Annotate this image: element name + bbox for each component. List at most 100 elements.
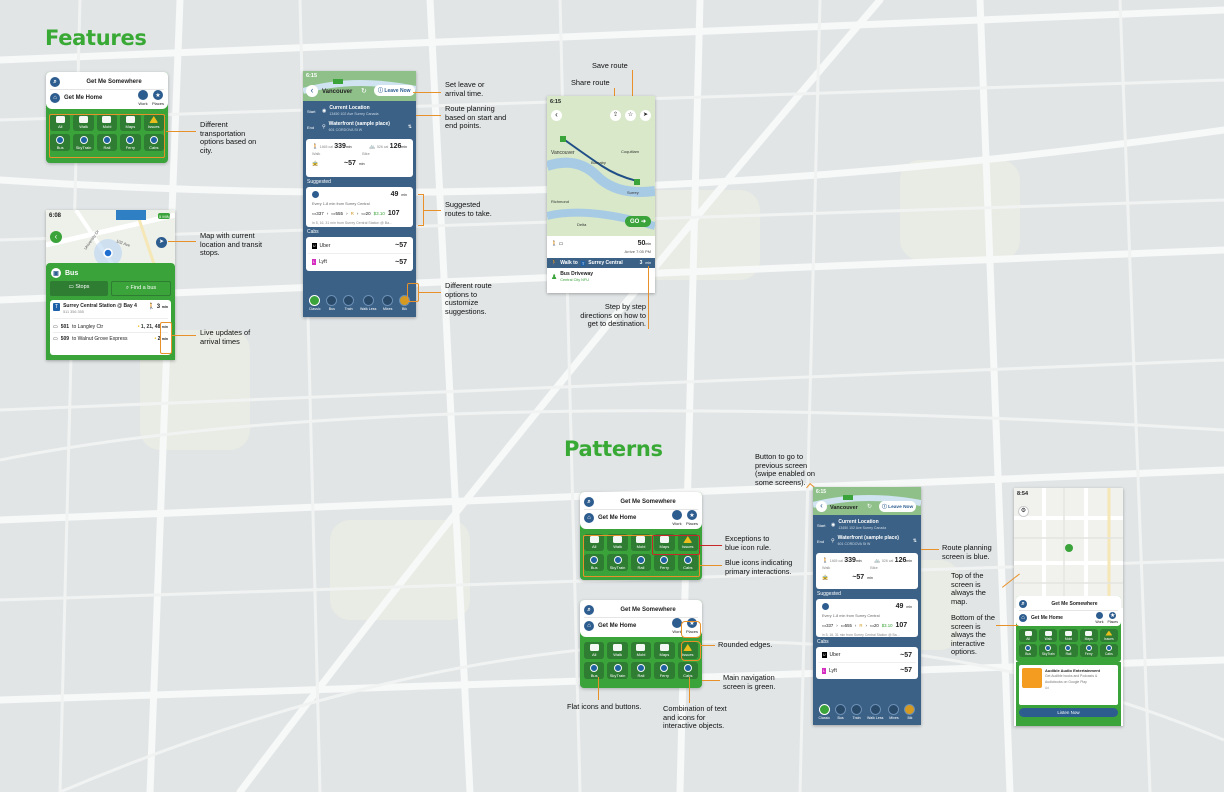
annotation-exceptions: Exceptions to blue icon rule.	[725, 534, 772, 552]
share-icon[interactable]: ⇪	[610, 110, 621, 121]
search-row[interactable]: ⌕ Get Me Somewhere	[584, 603, 698, 617]
back-button[interactable]: ‹	[50, 231, 62, 243]
station-routes: 511 356 355	[63, 310, 84, 314]
leader-line	[416, 115, 441, 116]
leader-line	[419, 292, 441, 293]
end-row[interactable]: End ⚲ Waterfront (sample place) 601 CORDOVA…	[813, 533, 921, 549]
uber-row[interactable]: U Uber ~57	[308, 238, 411, 254]
mode-mobi[interactable]: Mobi	[1059, 629, 1078, 642]
leader-line	[166, 131, 196, 132]
locate-icon[interactable]: ➤	[156, 237, 167, 248]
search-row[interactable]: ⌕ Get Me Somewhere	[50, 75, 164, 89]
mode-ferry[interactable]: Ferry	[1079, 644, 1098, 657]
leader-line	[413, 92, 441, 93]
mode-all[interactable]: All	[1019, 629, 1038, 642]
walk-step[interactable]: 🚶 Walk to T Surrey Central 3 min	[547, 258, 655, 268]
walk-option[interactable]: 🚶 1465 cal 339min	[822, 557, 862, 564]
places-button[interactable]: ★ Places	[152, 90, 164, 106]
mode-bus[interactable]: Bus	[584, 662, 605, 679]
suggested-route-card[interactable]: 49 min Every 1-8 min from Surrey Central …	[306, 187, 413, 227]
taxi-option[interactable]: 🚖 ~57 min	[308, 158, 411, 169]
refresh-icon[interactable]: ↻	[361, 87, 367, 95]
home-label[interactable]: Get Me Home	[64, 95, 102, 101]
nav-bus[interactable]: Bus	[835, 704, 847, 720]
start-row[interactable]: Start ◉ Current Location 13450 102 Ave Surr…	[303, 101, 416, 119]
search-row[interactable]: ⌕ Get Me Somewhere	[1019, 598, 1118, 610]
mode-cabs[interactable]: Cabs	[677, 662, 698, 679]
work-button[interactable]: Work	[137, 90, 148, 106]
ad-card[interactable]: Audible Audio Entertainment Get Audible b…	[1019, 665, 1118, 705]
gear-icon[interactable]: ⚙	[1018, 506, 1029, 517]
mode-rail[interactable]: Rail	[630, 662, 652, 679]
lyft-row[interactable]: L Lyft ~57	[308, 254, 411, 270]
back-button[interactable]: ‹	[551, 110, 562, 121]
back-button[interactable]: ‹	[816, 501, 827, 512]
home-label[interactable]: Get Me Home	[598, 515, 636, 521]
mode-walk[interactable]: Walk	[1039, 629, 1058, 642]
nav-mixes[interactable]: Mixes	[382, 295, 394, 311]
listen-now-button[interactable]: Listen Now	[1019, 708, 1118, 717]
route-row[interactable]: ▭ 509 to Walnut Grove Express • 2 min	[53, 332, 168, 345]
home-label[interactable]: Get Me Home	[598, 623, 636, 629]
nav-train[interactable]: Train	[851, 704, 863, 720]
tab-find-bus[interactable]: ⌕ Find a bus	[111, 281, 171, 296]
go-button[interactable]: GO ➜	[625, 216, 652, 227]
bike-option[interactable]: 🚲 526 cal 126min	[874, 557, 912, 564]
start-row[interactable]: Start ◉ Current Location 13450 102 Ave Surr…	[813, 515, 921, 533]
search-row[interactable]: ⌕ Get Me Somewhere	[584, 495, 698, 509]
mode-all[interactable]: All	[584, 642, 605, 659]
lyft-row[interactable]: L Lyft ~57	[818, 663, 916, 678]
mode-mobi[interactable]: Mobi	[630, 642, 652, 659]
back-button[interactable]: ‹	[306, 85, 318, 97]
nav-classic[interactable]: Classic	[309, 295, 321, 311]
end-row[interactable]: End ⚲ Waterfront (sample place) 601 CORDOVA…	[303, 119, 416, 135]
tab-stops[interactable]: ▭ Stops	[50, 281, 108, 296]
step-screen: Vancouver Burnaby Coquitlam Surrey Richm…	[547, 96, 655, 293]
nav-walk-less[interactable]: Walk Less	[867, 704, 883, 720]
lyft-icon: L	[312, 259, 316, 265]
uber-row[interactable]: U Uber ~57	[818, 648, 916, 663]
mode-skytrain[interactable]: SkyTrain	[1039, 644, 1058, 657]
mode-rail[interactable]: Rail	[1059, 644, 1078, 657]
route-row[interactable]: ▭ 501 to Langley Ctr • 1, 21, 48 min	[53, 318, 168, 332]
nav-train[interactable]: Train	[343, 295, 355, 311]
bike-option[interactable]: 🚲 526 cal 126min	[369, 143, 407, 150]
work-button[interactable]: Work	[671, 510, 682, 526]
home-label[interactable]: Get Me Home	[1031, 615, 1063, 621]
mode-maps[interactable]: Maps	[1079, 629, 1098, 642]
bike-icon	[636, 644, 646, 651]
mode-skytrain[interactable]: SkyTrain	[607, 662, 628, 679]
annotation-blue-icons: Blue icons indicating primary interactio…	[725, 558, 793, 576]
locate-icon[interactable]: ➤	[640, 110, 651, 121]
nav-bus[interactable]: Bus	[326, 295, 338, 311]
mode-bus[interactable]: Bus	[1019, 644, 1038, 657]
places-button[interactable]: ★ Places	[686, 510, 698, 526]
ad-body: Get Audible books and Podcasts & Audiobo…	[1045, 674, 1098, 684]
star-icon[interactable]: ☆	[625, 110, 636, 121]
mode-cabs[interactable]: Cabs	[1099, 644, 1118, 657]
leave-now-button[interactable]: ⓘ Leave Now	[374, 85, 415, 96]
places-button[interactable]: ★ Places	[1107, 611, 1118, 624]
nav-walk-less[interactable]: Walk Less	[360, 295, 376, 311]
suggested-route-card[interactable]: 49 min Every 1-8 min from Surrey Central …	[816, 599, 918, 637]
mode-issues[interactable]: Issues	[1099, 629, 1118, 642]
mode-maps[interactable]: Maps	[654, 642, 675, 659]
walk-option[interactable]: 🚶 1465 cal 339min	[312, 143, 352, 150]
refresh-icon[interactable]: ↻	[867, 503, 872, 510]
leave-now-button[interactable]: ⓘ Leave Now	[879, 501, 917, 512]
section-heading-features: Features	[45, 26, 147, 50]
route-footer: in 5, 16, 31 min from Surrey Central Sta…	[312, 221, 393, 225]
swap-icon[interactable]: ⇅	[913, 538, 917, 544]
bus-step[interactable]: ♟ Bus Driveway Central City NFU	[547, 268, 655, 285]
nav-mixes[interactable]: Mixes	[888, 704, 900, 720]
stop-card[interactable]: T Surrey Central Station @ Bay 4 511 356 …	[50, 300, 171, 355]
swap-icon[interactable]: ⇅	[408, 124, 412, 130]
mode-walk[interactable]: Walk	[607, 642, 628, 659]
mode-ferry[interactable]: Ferry	[654, 662, 675, 679]
annotation-different-options: Different transportation options based o…	[200, 120, 257, 155]
bus-icon	[589, 644, 599, 651]
nav-classic[interactable]: Classic	[818, 704, 830, 720]
work-button[interactable]: Work	[1095, 611, 1103, 624]
taxi-option[interactable]: 🚖 ~57 min	[818, 572, 916, 583]
nav-bike[interactable]: Bik	[904, 704, 916, 720]
